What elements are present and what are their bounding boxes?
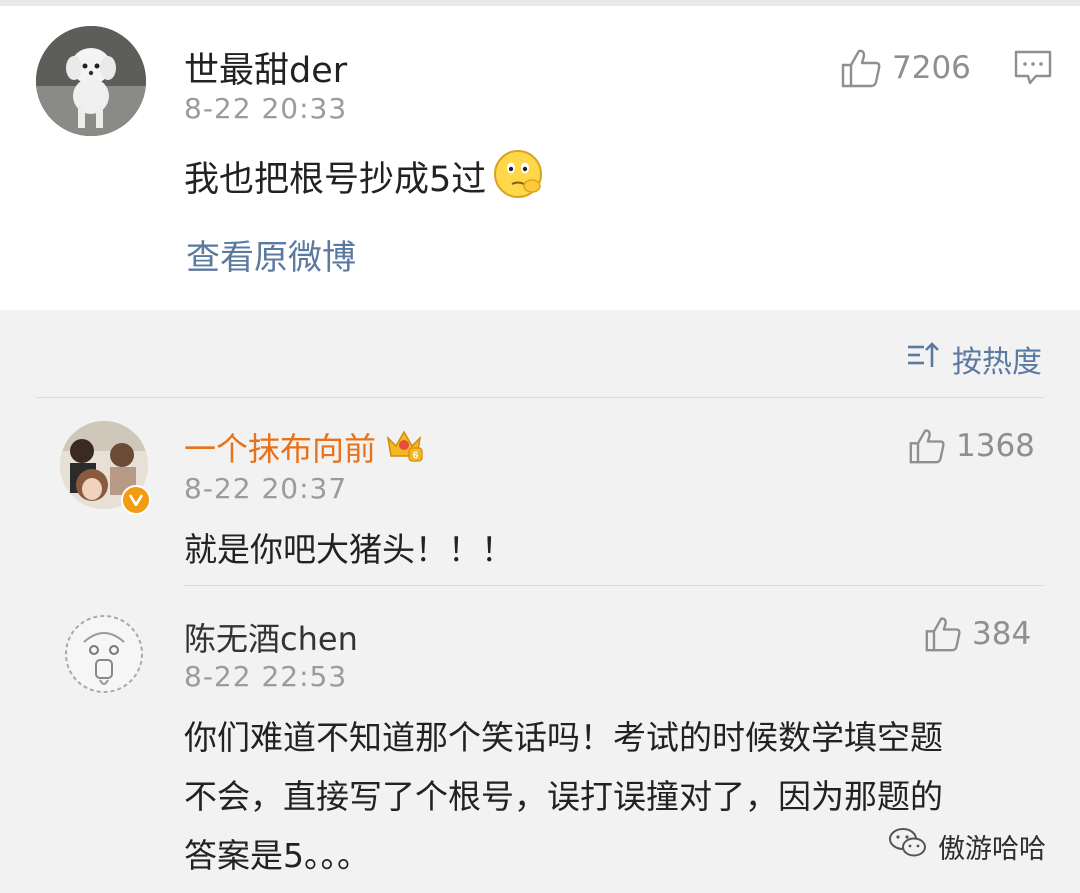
comment-like-count: 384: [972, 616, 1032, 652]
comment-timestamp: 8-22 20:37: [184, 472, 348, 505]
post-author-avatar[interactable]: [36, 26, 146, 136]
verified-badge-icon: [121, 485, 151, 515]
thumbs-up-icon: [924, 616, 962, 652]
comment-text-line: 答案是5。。。: [184, 836, 370, 875]
post-body: 我也把根号抄成5过: [184, 148, 544, 204]
sketch-face-avatar-image: [65, 615, 143, 693]
comment-timestamp: 8-22 22:53: [184, 660, 348, 693]
comment-text: 你们难道不知道那个笑话吗！考试的时候数学填空题 不会，直接写了个根号，误打误撞对…: [184, 708, 943, 885]
poodle-avatar-image: [36, 26, 146, 136]
comment-like-button[interactable]: 384: [924, 616, 1031, 652]
comment-like-button[interactable]: 1368: [908, 428, 1035, 464]
comment-divider: [184, 585, 1044, 586]
comment-author-name[interactable]: 陈无酒chen: [184, 614, 358, 660]
comment-text-line: 不会，直接写了个根号，误打误撞对了，因为那题的: [184, 777, 943, 816]
comment-like-count: 1368: [956, 428, 1035, 464]
post-text: 我也把根号抄成5过: [184, 159, 487, 200]
comment-author-row: 一个抹布向前 6: [184, 424, 424, 470]
post-like-count: 7206: [892, 50, 971, 86]
comment-icon[interactable]: [1014, 50, 1052, 90]
wechat-icon: [888, 826, 928, 867]
comment-author-avatar[interactable]: [60, 610, 148, 698]
comment-author-name[interactable]: 一个抹布向前: [184, 424, 376, 470]
watermark: 傲游哈哈: [888, 826, 1046, 867]
post-timestamp: 8-22 20:33: [184, 92, 348, 125]
view-original-link[interactable]: 查看原微博: [186, 230, 356, 279]
post-like-button[interactable]: 7206: [840, 48, 971, 88]
crown-badge-icon: 6: [384, 426, 424, 468]
comment-text-line: 你们难道不知道那个笑话吗！考试的时候数学填空题: [184, 718, 943, 757]
watermark-text: 傲游哈哈: [938, 834, 1046, 865]
top-divider: [0, 0, 1080, 6]
post-author-name[interactable]: 世最甜der: [184, 42, 347, 93]
comment-text: 就是你吧大猪头！！！: [184, 530, 514, 569]
sort-icon: [906, 340, 940, 378]
svg-text:6: 6: [413, 451, 419, 462]
thumbs-up-icon: [908, 428, 946, 464]
emoji-icon: [492, 148, 544, 204]
original-post-card: 世最甜der 8-22 20:33 我也把根号抄成5过 查看原微博 7206: [0, 0, 1080, 310]
sort-label: 按热度: [952, 345, 1042, 380]
thumbs-up-icon: [840, 48, 882, 88]
sort-divider: [36, 397, 1044, 398]
sort-toggle[interactable]: 按热度: [906, 337, 1042, 381]
